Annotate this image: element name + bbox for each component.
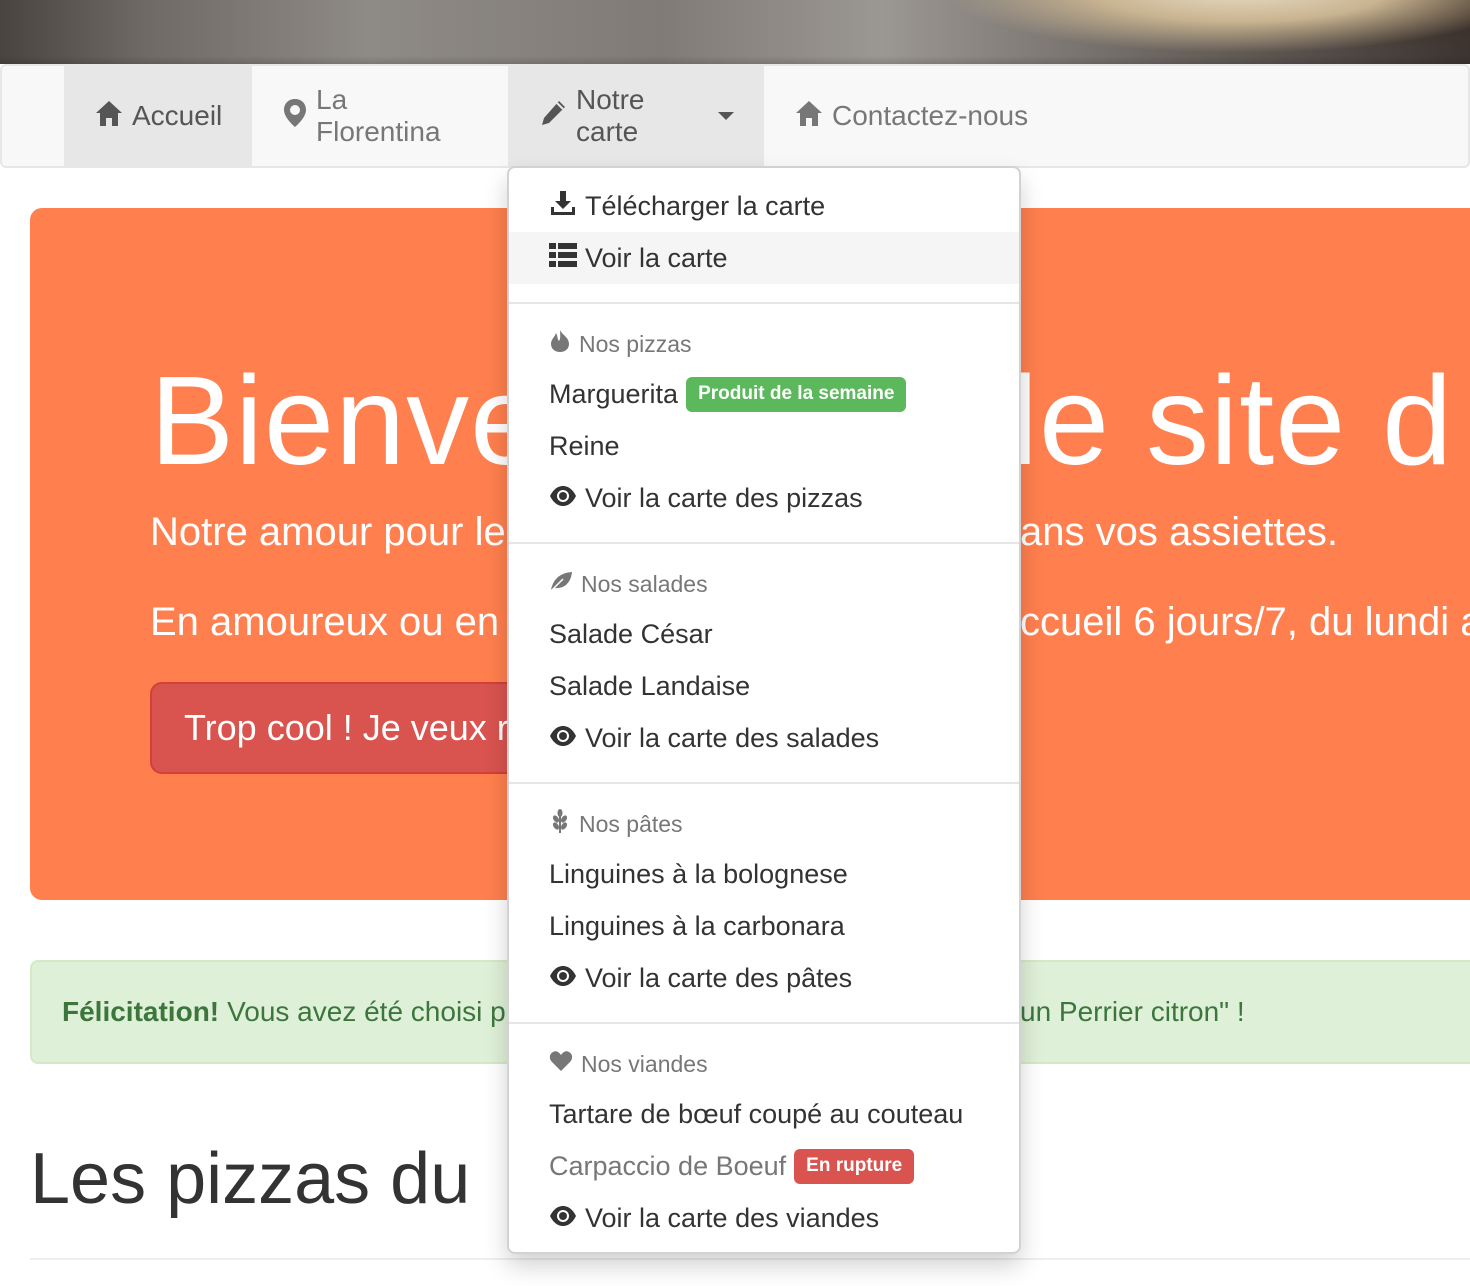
- menu-header-label: Nos pâtes: [579, 810, 683, 837]
- menu-item-label: Voir la carte des viandes: [585, 1202, 880, 1233]
- menu-item-voir-viandes[interactable]: Voir la carte des viandes: [509, 1192, 1019, 1244]
- menu-item-marguerita[interactable]: Marguerita Produit de la semaine: [509, 368, 1019, 420]
- menu-item-label: Voir la carte: [585, 242, 728, 273]
- menu-header-pates: Nos pâtes: [509, 798, 1019, 850]
- jumbotron-line2-right: ccueil 6 jours/7, du lundi a: [1020, 600, 1470, 644]
- menu-divider: [509, 1022, 1019, 1024]
- status-badge: En rupture: [794, 1148, 915, 1184]
- menu-item-label: Linguines à la carbonara: [549, 910, 845, 941]
- nav-item-la-florentina[interactable]: La Florentina: [252, 66, 508, 166]
- notre-carte-dropdown: Télécharger la carte Voir la carte Nos p…: [507, 166, 1021, 1254]
- jumbotron-line1-left: Notre amour pour le: [150, 510, 506, 554]
- fire-icon: [549, 329, 579, 359]
- menu-item-linguines-bolognese[interactable]: Linguines à la bolognese: [509, 848, 1019, 900]
- menu-item-label: Voir la carte des pizzas: [585, 482, 863, 513]
- menu-item-salade-cesar[interactable]: Salade César: [509, 608, 1019, 660]
- menu-item-label: Voir la carte des salades: [585, 722, 880, 753]
- nav-item-contactez-nous[interactable]: Contactez-nous: [764, 66, 1064, 166]
- menu-item-label: Carpaccio de Boeuf: [549, 1150, 787, 1181]
- menu-divider: [509, 542, 1019, 544]
- nav-label: La Florentina: [316, 84, 441, 147]
- menu-item-label: Salade Landaise: [549, 670, 751, 701]
- menu-item-label: Marguerita: [549, 378, 679, 409]
- jumbotron-title-right-text: le site d: [1010, 350, 1454, 491]
- pencil-icon: [538, 98, 576, 135]
- menu-item-tartare[interactable]: Tartare de bœuf coupé au couteau: [509, 1088, 1019, 1140]
- menu-item-salade-landaise[interactable]: Salade Landaise: [509, 660, 1019, 712]
- menu-header-label: Nos salades: [581, 570, 708, 597]
- menu-divider: [509, 302, 1019, 304]
- menu-item-label: Salade César: [549, 618, 713, 649]
- menu-item-label: Reine: [549, 430, 620, 461]
- menu-item-label: Tartare de bœuf coupé au couteau: [549, 1098, 964, 1129]
- status-badge: Produit de la semaine: [686, 376, 907, 412]
- home-icon: [794, 99, 832, 134]
- menu-header-label: Nos pizzas: [579, 330, 692, 357]
- jumbotron-title: Bienve: [150, 348, 541, 493]
- nav-item-notre-carte[interactable]: Notre carte: [508, 66, 764, 166]
- menu-item-voir-pates[interactable]: Voir la carte des pâtes: [509, 952, 1019, 1004]
- section-divider: [30, 1258, 1470, 1260]
- menu-item-reine[interactable]: Reine: [509, 420, 1019, 472]
- leaf-icon: [549, 570, 581, 598]
- menu-item-label: Voir la carte des pâtes: [585, 962, 853, 993]
- eye-icon: [549, 723, 585, 754]
- eye-icon: [549, 483, 585, 514]
- menu-item-voir-la-carte[interactable]: Voir la carte: [509, 232, 1019, 284]
- grain-icon: [549, 808, 579, 840]
- alert-text-left: Vous avez été choisi po: [227, 996, 522, 1027]
- header-photo: [0, 0, 1470, 64]
- menu-item-label: Télécharger la carte: [585, 190, 826, 221]
- menu-header-viandes: Nos viandes: [509, 1038, 1019, 1090]
- menu-item-voir-pizzas[interactable]: Voir la carte des pizzas: [509, 472, 1019, 524]
- nav-label: Accueil: [132, 100, 223, 131]
- nav-label: Notre carte: [576, 84, 645, 147]
- alert-strong: Félicitation!: [62, 996, 220, 1027]
- home-icon: [94, 99, 132, 134]
- jumbotron-line1-right: ans vos assiettes.: [1020, 510, 1338, 554]
- menu-item-linguines-carbonara[interactable]: Linguines à la carbonara: [509, 900, 1019, 952]
- chevron-down-icon: [718, 112, 734, 120]
- menu-item-carpaccio: Carpaccio de Boeuf En rupture: [509, 1140, 1019, 1192]
- download-icon: [549, 189, 585, 224]
- menu-item-voir-salades[interactable]: Voir la carte des salades: [509, 712, 1019, 764]
- menu-item-label: Linguines à la bolognese: [549, 858, 848, 889]
- nav-item-accueil[interactable]: Accueil: [64, 66, 252, 166]
- menu-item-telecharger[interactable]: Télécharger la carte: [509, 180, 1019, 232]
- menu-header-pizzas: Nos pizzas: [509, 318, 1019, 370]
- alert-text-right: un Perrier citron" !: [1020, 996, 1245, 1027]
- eye-icon: [549, 1203, 585, 1234]
- nav-label: Contactez-nous: [832, 100, 1029, 131]
- menu-header-salades: Nos salades: [509, 558, 1019, 610]
- heart-icon: [549, 1050, 581, 1078]
- map-marker-icon: [282, 98, 316, 135]
- eye-icon: [549, 963, 585, 994]
- menu-header-label: Nos viandes: [581, 1050, 708, 1077]
- section-title: Les pizzas du: [30, 1139, 471, 1219]
- jumbotron-title-left: Bienve: [150, 350, 542, 491]
- list-icon: [549, 242, 585, 275]
- main-navbar: Accueil La Florentina Notre carte Contac…: [0, 64, 1470, 168]
- jumbotron-line2-left: En amoureux ou en: [150, 600, 500, 644]
- jumbotron-title-right: le site d: [1010, 348, 1453, 493]
- menu-divider: [509, 782, 1019, 784]
